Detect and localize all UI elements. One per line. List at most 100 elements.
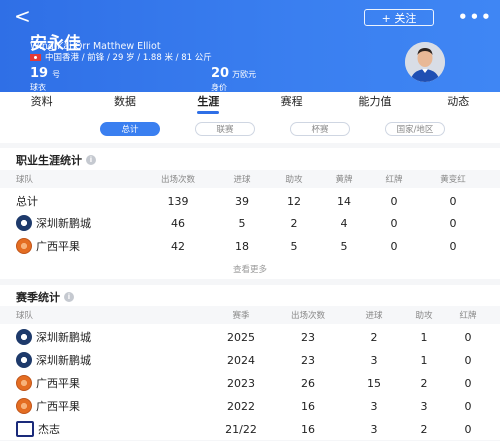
assists-value: 2 [290,216,298,230]
goals-value: 3 [370,399,378,413]
guangxi-team-logo-icon [16,375,32,391]
goals-value: 18 [235,239,249,253]
jersey-number: 19 [30,66,49,81]
goals-value: 3 [370,353,378,367]
red-value: 0 [390,216,398,230]
header-apps: 出场次数 [290,311,325,321]
season-value: 21/22 [225,422,257,436]
info-icon[interactable]: i [86,155,96,165]
red-value: 0 [464,353,472,367]
header-red: 红牌 [459,311,477,321]
header-goals: 进球 [233,175,251,185]
career-stats-title-text: 职业生涯统计 [16,154,82,167]
header-team: 球队 [16,311,34,321]
table-row[interactable]: 杰志 21/22 16 3 2 0 [0,417,500,441]
filter-league[interactable]: 联赛 [195,122,255,136]
shenzhen-team-logo-icon [16,352,32,368]
red-value: 0 [464,422,472,436]
season-table-header: 球队 赛季 出场次数 进球 助攻 红牌 [0,306,500,324]
view-more-link[interactable]: 查看更多 [0,263,500,275]
team-cell: 杰志 [16,417,166,441]
goals-value: 15 [367,376,381,390]
filter-national[interactable]: 国家/地区 [385,122,445,136]
filter-total[interactable]: 总计 [100,122,160,136]
team-cell: 广西平果 [16,234,146,258]
apps-value: 26 [301,376,315,390]
table-row[interactable]: 广西平果 2023 26 15 2 0 [0,371,500,395]
player-header: < + 关注 ••• 安永佳 Wing-Kai Orr Matthew Elli… [0,0,500,92]
career-stats-title: 职业生涯统计 i [16,152,96,168]
team-cell: 深圳新鹏城 [16,211,146,235]
table-row[interactable]: 深圳新鹏城 2025 23 2 1 0 [0,325,500,349]
assists-value: 1 [420,330,428,344]
market-value-info: 20 万欧元 身价 [211,62,256,93]
team-name: 杰志 [38,423,60,436]
shenzhen-team-logo-icon [16,215,32,231]
header-apps: 出场次数 [160,175,195,185]
assists-value: 2 [420,422,428,436]
more-icon[interactable]: ••• [458,8,493,26]
jersey-info: 19 号 球衣 [30,62,60,93]
apps-value: 42 [171,239,185,253]
filter-bar: 总计 联赛 杯赛 国家/地区 [0,115,500,143]
apps-value: 16 [301,399,315,413]
header-assists: 助攻 [285,175,303,185]
table-row[interactable]: 深圳新鹏城 2024 23 3 1 0 [0,348,500,372]
yellow-value: 5 [340,239,348,253]
team-name: 广西平果 [36,400,80,413]
header-team: 球队 [16,175,34,185]
header-red: 红牌 [385,175,403,185]
tab-ability[interactable]: 能力值 [333,92,416,115]
team-name: 广西平果 [36,240,80,253]
season-value: 2023 [227,376,255,390]
filter-cup[interactable]: 杯赛 [290,122,350,136]
follow-button[interactable]: + 关注 [364,9,434,26]
shenzhen-team-logo-icon [16,329,32,345]
goals-value: 39 [235,194,249,208]
table-row[interactable]: 广西平果 42 18 5 5 0 0 [0,234,500,258]
team-cell: 广西平果 [16,371,166,395]
player-info-text: 中国香港 / 前锋 / 29 岁 / 1.88 米 / 81 公斤 [45,53,212,63]
market-value: 20 [211,66,230,81]
team-name: 总计 [16,195,38,208]
apps-value: 23 [301,353,315,367]
team-name: 广西平果 [36,377,80,390]
team-cell: 深圳新鹏城 [16,325,166,349]
tab-stats[interactable]: 数据 [83,92,166,115]
assists-value: 12 [287,194,301,208]
tab-schedule[interactable]: 赛程 [250,92,333,115]
season-stats-section: 赛季统计 i 球队 赛季 出场次数 进球 助攻 红牌 深圳新鹏城 2025 23… [0,285,500,440]
header-yellow: 黄牌 [335,175,353,185]
goals-value: 2 [370,330,378,344]
second-yellow-value: 0 [449,216,457,230]
table-row[interactable]: 广西平果 2022 16 3 3 0 [0,394,500,418]
assists-value: 2 [420,376,428,390]
apps-value: 46 [171,216,185,230]
red-value: 0 [464,376,472,390]
back-button[interactable]: < [14,6,31,26]
team-cell: 深圳新鹏城 [16,348,166,372]
season-value: 2022 [227,399,255,413]
season-value: 2024 [227,353,255,367]
apps-value: 23 [301,330,315,344]
header-assists: 助攻 [415,311,433,321]
season-stats-title: 赛季统计 i [16,289,74,305]
tab-profile[interactable]: 资料 [0,92,83,115]
team-cell: 广西平果 [16,394,166,418]
career-table-header: 球队 出场次数 进球 助攻 黄牌 红牌 黄变红 [0,170,500,188]
hong-kong-flag-icon [30,53,41,61]
info-icon[interactable]: i [64,292,74,302]
player-tabs: 资料 数据 生涯 赛程 能力值 动态 [0,92,500,115]
header-goals: 进球 [365,311,383,321]
table-row[interactable]: 总计 139 39 12 14 0 0 [0,189,500,213]
tab-career[interactable]: 生涯 [167,92,250,115]
goals-value: 3 [370,422,378,436]
guangxi-team-logo-icon [16,238,32,254]
header-second-yellow: 黄变红 [440,175,466,185]
second-yellow-value: 0 [449,194,457,208]
jersey-unit: 号 [52,70,61,79]
table-row[interactable]: 深圳新鹏城 46 5 2 4 0 0 [0,211,500,235]
season-stats-title-text: 赛季统计 [16,291,60,304]
goals-value: 5 [238,216,246,230]
tab-news[interactable]: 动态 [417,92,500,115]
